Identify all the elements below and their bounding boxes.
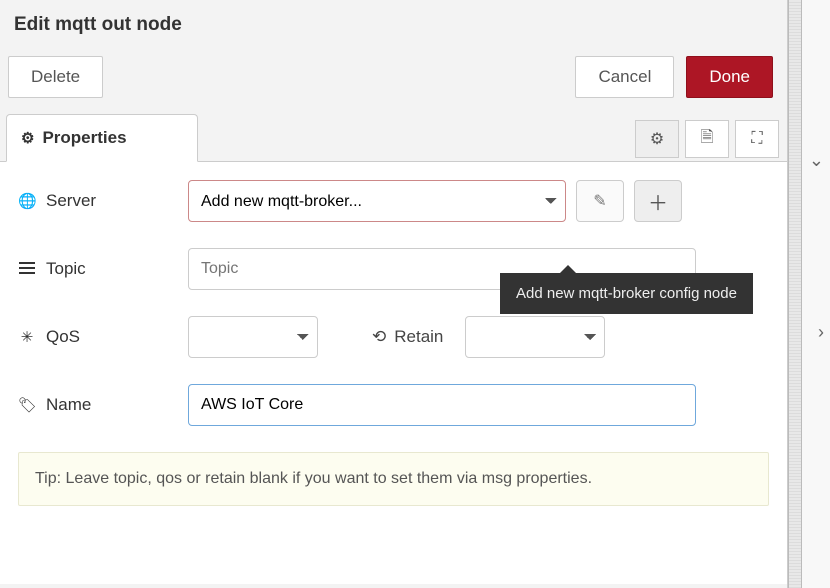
name-input[interactable] bbox=[188, 384, 696, 426]
qos-select[interactable] bbox=[188, 316, 318, 358]
label-name: 🏷 Name bbox=[18, 395, 188, 415]
tooltip: Add new mqtt-broker config node bbox=[500, 273, 753, 314]
add-broker-button[interactable]: ＋ bbox=[634, 180, 682, 222]
plus-icon: ＋ bbox=[648, 187, 668, 216]
pencil-icon: ✎ bbox=[593, 191, 606, 211]
tab-right-icons: ⚙ 🗎 ⛶ bbox=[635, 120, 779, 158]
tab-doc-icon-button[interactable]: 🗎 bbox=[685, 120, 729, 158]
tab-settings-icon-button[interactable]: ⚙ bbox=[635, 120, 679, 158]
document-icon: 🗎 bbox=[701, 126, 714, 153]
row-qos-retain: ✳ QoS ⟲ Retain bbox=[18, 316, 769, 358]
delete-button[interactable]: Delete bbox=[8, 56, 103, 98]
label-retain-text: Retain bbox=[394, 327, 443, 347]
tooltip-text: Add new mqtt-broker config node bbox=[516, 285, 737, 302]
label-qos-text: QoS bbox=[46, 327, 80, 347]
label-qos: ✳ QoS bbox=[18, 327, 188, 347]
list-icon bbox=[18, 261, 36, 278]
tab-properties[interactable]: ⚙ Properties bbox=[6, 114, 198, 162]
form-body: 🌐 Server Add new mqtt-broker... ✎ ＋ Topi… bbox=[0, 162, 787, 584]
label-retain: ⟲ Retain bbox=[372, 327, 443, 347]
label-name-text: Name bbox=[46, 395, 91, 415]
side-drag-handle[interactable] bbox=[788, 0, 802, 588]
globe-icon: 🌐 bbox=[18, 192, 36, 210]
chevron-right-icon[interactable]: › bbox=[818, 322, 824, 343]
side-panel: ⌄ › bbox=[802, 0, 830, 588]
tag-icon: 🏷 bbox=[18, 396, 36, 414]
label-server-text: Server bbox=[46, 191, 96, 211]
edit-broker-button[interactable]: ✎ bbox=[576, 180, 624, 222]
retain-select[interactable] bbox=[465, 316, 605, 358]
label-server: 🌐 Server bbox=[18, 191, 188, 211]
label-topic-text: Topic bbox=[46, 259, 86, 279]
gear-icon: ⚙ bbox=[21, 129, 34, 147]
panel-title: Edit mqtt out node bbox=[0, 0, 787, 52]
server-select[interactable]: Add new mqtt-broker... bbox=[188, 180, 566, 222]
chevron-down-icon[interactable]: ⌄ bbox=[809, 150, 824, 171]
gear-icon: ⚙ bbox=[650, 129, 664, 149]
row-server: 🌐 Server Add new mqtt-broker... ✎ ＋ bbox=[18, 180, 769, 222]
done-button[interactable]: Done bbox=[686, 56, 773, 98]
row-name: 🏷 Name bbox=[18, 384, 769, 426]
button-row: Delete Cancel Done bbox=[0, 52, 787, 114]
tab-appearance-icon-button[interactable]: ⛶ bbox=[735, 120, 779, 158]
tab-properties-label: Properties bbox=[42, 128, 126, 148]
cancel-button[interactable]: Cancel bbox=[575, 56, 674, 98]
frame-icon: ⛶ bbox=[751, 130, 762, 148]
label-topic: Topic bbox=[18, 259, 188, 279]
tip-box: Tip: Leave topic, qos or retain blank if… bbox=[18, 452, 769, 506]
asterisk-icon: ✳ bbox=[18, 328, 36, 346]
history-icon: ⟲ bbox=[372, 327, 386, 347]
tabs-row: ⚙ Properties ⚙ 🗎 ⛶ bbox=[0, 114, 787, 162]
